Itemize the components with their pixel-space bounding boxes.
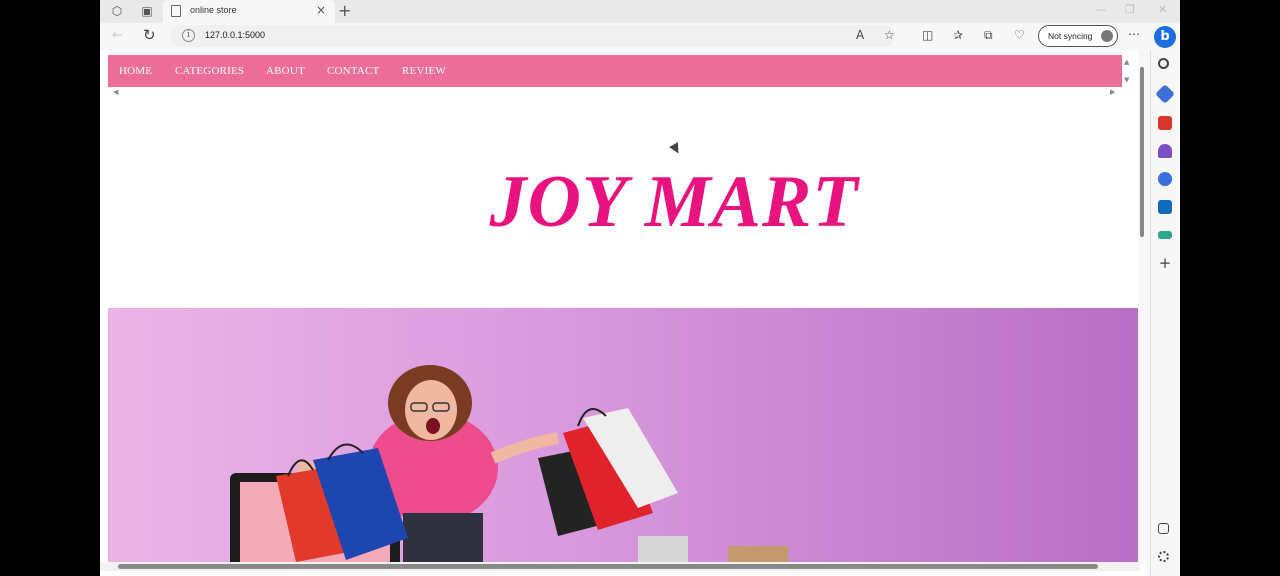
nav-contact[interactable]: CONTACT <box>327 65 379 77</box>
minimize-icon[interactable]: — <box>1095 3 1106 16</box>
outlook-icon[interactable] <box>1158 200 1172 214</box>
more-menu-icon[interactable]: ⋯ <box>1128 27 1140 41</box>
nav-review[interactable]: REVIEW <box>402 65 446 77</box>
address-bar[interactable]: i 127.0.0.1:5000 <box>170 25 895 47</box>
office-icon[interactable] <box>1158 172 1172 186</box>
inner-scroll-up-icon[interactable]: ▲ <box>1124 58 1129 66</box>
close-window-icon[interactable]: ✕ <box>1158 3 1167 16</box>
new-tab-icon[interactable]: + <box>338 1 351 20</box>
vertical-scrollbar[interactable] <box>1138 50 1148 564</box>
avatar-icon <box>1101 30 1113 42</box>
horizontal-scroll-thumb[interactable] <box>118 564 1098 569</box>
horizontal-scrollbar[interactable] <box>100 562 1140 571</box>
sync-label: Not syncing <box>1048 31 1093 41</box>
search-icon[interactable] <box>1158 58 1169 69</box>
reload-icon[interactable]: ↻ <box>143 26 156 44</box>
site-navbar: HOME CATEGORIES ABOUT CONTACT REVIEW <box>108 55 1122 87</box>
inner-scroll-right-icon[interactable]: ▶ <box>1110 88 1115 96</box>
tab-close-icon[interactable]: × <box>316 3 326 17</box>
split-screen-icon[interactable]: ◫ <box>922 28 933 42</box>
chess-icon[interactable] <box>1158 144 1172 158</box>
bing-copilot-icon[interactable]: b <box>1154 26 1176 48</box>
nav-home[interactable]: HOME <box>119 65 152 77</box>
workspaces-icon[interactable]: ⬡ <box>110 4 124 18</box>
url-text[interactable]: 127.0.0.1:5000 <box>205 30 265 40</box>
add-icon[interactable]: + <box>1158 256 1172 271</box>
shopping-woman-image <box>230 365 788 562</box>
split-screen-icon[interactable] <box>1158 523 1169 534</box>
inner-scroll-left-icon[interactable]: ◀ <box>113 88 118 96</box>
hero-banner <box>108 308 1138 562</box>
vertical-scroll-thumb[interactable] <box>1140 67 1144 237</box>
maximize-icon[interactable]: ❐ <box>1125 3 1135 16</box>
browser-window: ⬡ ▣ online store × + — ❐ ✕ ← ↻ i 127.0.0… <box>100 0 1180 576</box>
brand-title: JOY MART <box>489 161 859 243</box>
tab-actions-icon[interactable]: ▣ <box>140 4 154 18</box>
page-icon <box>171 5 181 17</box>
sync-button[interactable]: Not syncing <box>1038 25 1118 47</box>
settings-icon[interactable] <box>1158 551 1169 562</box>
shopping-icon[interactable] <box>1158 231 1172 239</box>
favorite-star-icon[interactable]: ☆ <box>884 28 895 42</box>
tag-icon[interactable] <box>1155 84 1175 104</box>
toolbox-icon[interactable] <box>1158 116 1172 130</box>
address-toolbar: ← ↻ i 127.0.0.1:5000 A ☆ ◫ ✰ ⧉ ♡ Not syn… <box>100 23 1180 50</box>
nav-about[interactable]: ABOUT <box>266 65 305 77</box>
web-page: HOME CATEGORIES ABOUT CONTACT REVIEW ▲ ▼… <box>100 50 1148 576</box>
edge-sidebar: + <box>1150 50 1180 576</box>
tab-title: online store <box>190 5 237 15</box>
inner-scroll-down-icon[interactable]: ▼ <box>1124 76 1129 84</box>
collections-icon[interactable]: ⧉ <box>984 28 993 43</box>
nav-categories[interactable]: CATEGORIES <box>175 65 244 77</box>
mouse-cursor-icon <box>669 142 683 156</box>
favorites-icon[interactable]: ✰ <box>953 28 963 42</box>
read-aloud-icon[interactable]: A <box>856 28 864 42</box>
info-icon[interactable]: i <box>182 29 195 42</box>
title-bar: ⬡ ▣ online store × + — ❐ ✕ <box>100 0 1180 23</box>
tab-online-store[interactable]: online store × <box>163 0 335 23</box>
back-icon[interactable]: ← <box>112 28 123 43</box>
browser-essentials-icon[interactable]: ♡ <box>1014 28 1025 42</box>
